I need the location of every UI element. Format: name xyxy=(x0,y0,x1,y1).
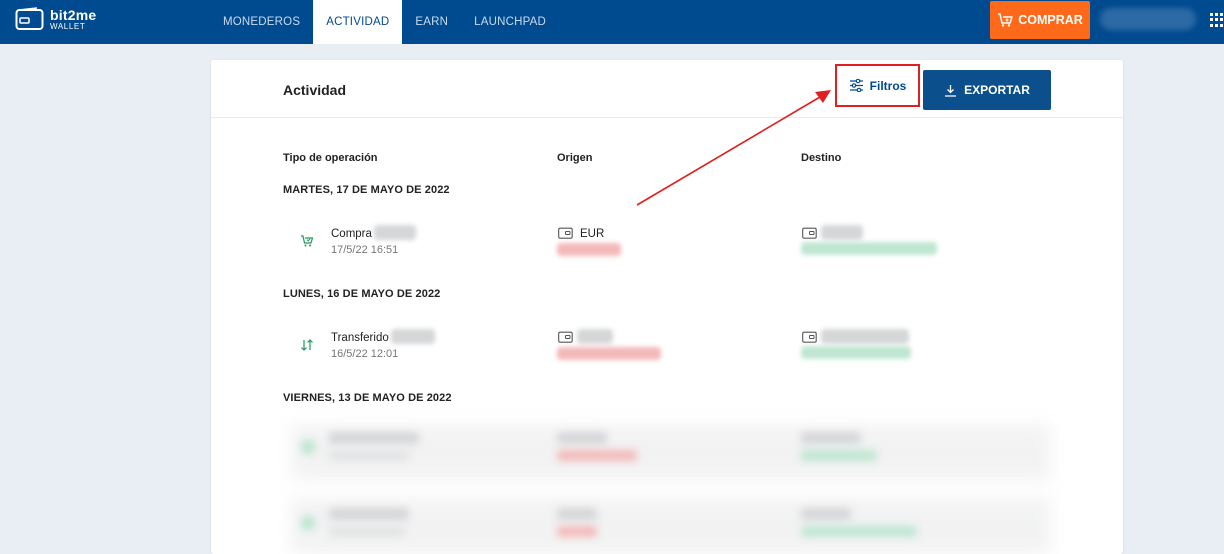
nav-tab-actividad[interactable]: ACTIVIDAD xyxy=(313,0,403,44)
origin-currency: EUR xyxy=(580,228,605,240)
blurred-operation-icon xyxy=(301,516,315,530)
blurred-destination-currency xyxy=(801,508,851,520)
column-header-origin: Origen xyxy=(557,152,593,164)
blurred-operation-time xyxy=(329,526,405,537)
blurred-operation-type xyxy=(329,508,409,520)
buy-button[interactable]: COMPRAR xyxy=(990,1,1090,39)
blurred-destination-amount xyxy=(801,346,911,359)
blurred-origin-amount xyxy=(557,347,661,360)
main-nav: MONEDEROS ACTIVIDAD EARN LAUNCHPAD xyxy=(210,0,559,44)
operation-time: 16/5/22 12:01 xyxy=(331,348,399,360)
cart-icon xyxy=(301,235,314,247)
operation-time: 17/5/22 16:51 xyxy=(331,244,399,256)
transfer-arrows-icon xyxy=(301,339,313,351)
export-button-label: EXPORTAR xyxy=(964,83,1030,97)
operation-type: Transferido xyxy=(331,332,389,344)
blurred-origin-amount xyxy=(557,450,637,461)
brand-name: bit2me xyxy=(50,6,97,23)
nav-tab-launchpad[interactable]: LAUNCHPAD xyxy=(461,0,559,44)
blurred-amount xyxy=(374,225,416,240)
activity-card: Actividad Filtros EXPORTAR Tipo de opera… xyxy=(211,60,1123,554)
date-header: MARTES, 17 DE MAYO DE 2022 xyxy=(283,184,450,196)
blurred-origin-amount xyxy=(557,243,621,256)
blurred-row-background xyxy=(291,498,1051,554)
blurred-operation-type xyxy=(329,432,419,444)
brand-subtitle: WALLET xyxy=(50,21,86,31)
date-header: LUNES, 16 DE MAYO DE 2022 xyxy=(283,288,441,300)
blurred-operation-time xyxy=(329,450,409,461)
blurred-operation-icon xyxy=(301,440,315,454)
column-header-type: Tipo de operación xyxy=(283,152,378,164)
buy-button-label: COMPRAR xyxy=(1018,13,1083,27)
wallet-icon xyxy=(802,227,817,239)
filters-button-label: Filtros xyxy=(869,78,907,93)
blurred-destination-currency xyxy=(821,225,863,240)
blurred-origin-currency xyxy=(557,508,597,520)
export-button[interactable]: EXPORTAR xyxy=(923,70,1051,110)
blurred-origin-currency xyxy=(557,432,607,444)
nav-tab-earn[interactable]: EARN xyxy=(402,0,461,44)
date-header: VIERNES, 13 DE MAYO DE 2022 xyxy=(283,392,452,404)
apps-grid-icon[interactable] xyxy=(1210,13,1224,27)
wallet-icon xyxy=(558,331,573,343)
filters-button[interactable]: Filtros xyxy=(835,64,920,107)
blurred-amount xyxy=(391,329,435,344)
cart-plus-icon xyxy=(998,13,1013,27)
blurred-origin-amount xyxy=(557,526,597,537)
blurred-destination-currency xyxy=(801,432,861,444)
blurred-destination-currency xyxy=(821,329,909,344)
column-header-destination: Destino xyxy=(801,152,842,164)
sliders-icon xyxy=(849,79,863,92)
activity-header: Actividad Filtros EXPORTAR xyxy=(211,60,1123,118)
page-title: Actividad xyxy=(283,82,347,98)
blurred-origin-currency xyxy=(577,329,613,344)
wallet-icon xyxy=(802,331,817,343)
operation-type: Compra xyxy=(331,228,372,240)
top-navigation-bar: bit2me WALLET MONEDEROS ACTIVIDAD EARN L… xyxy=(0,0,1224,44)
brand-logo[interactable]: bit2me WALLET xyxy=(15,7,96,31)
account-menu-blurred[interactable] xyxy=(1100,8,1196,30)
wallet-logo-icon xyxy=(15,7,44,30)
wallet-icon xyxy=(558,227,573,239)
blurred-destination-amount xyxy=(801,242,937,255)
download-icon xyxy=(945,84,957,97)
blurred-destination-amount xyxy=(801,450,877,461)
nav-tab-monederos[interactable]: MONEDEROS xyxy=(210,0,313,44)
blurred-destination-amount xyxy=(801,526,917,537)
